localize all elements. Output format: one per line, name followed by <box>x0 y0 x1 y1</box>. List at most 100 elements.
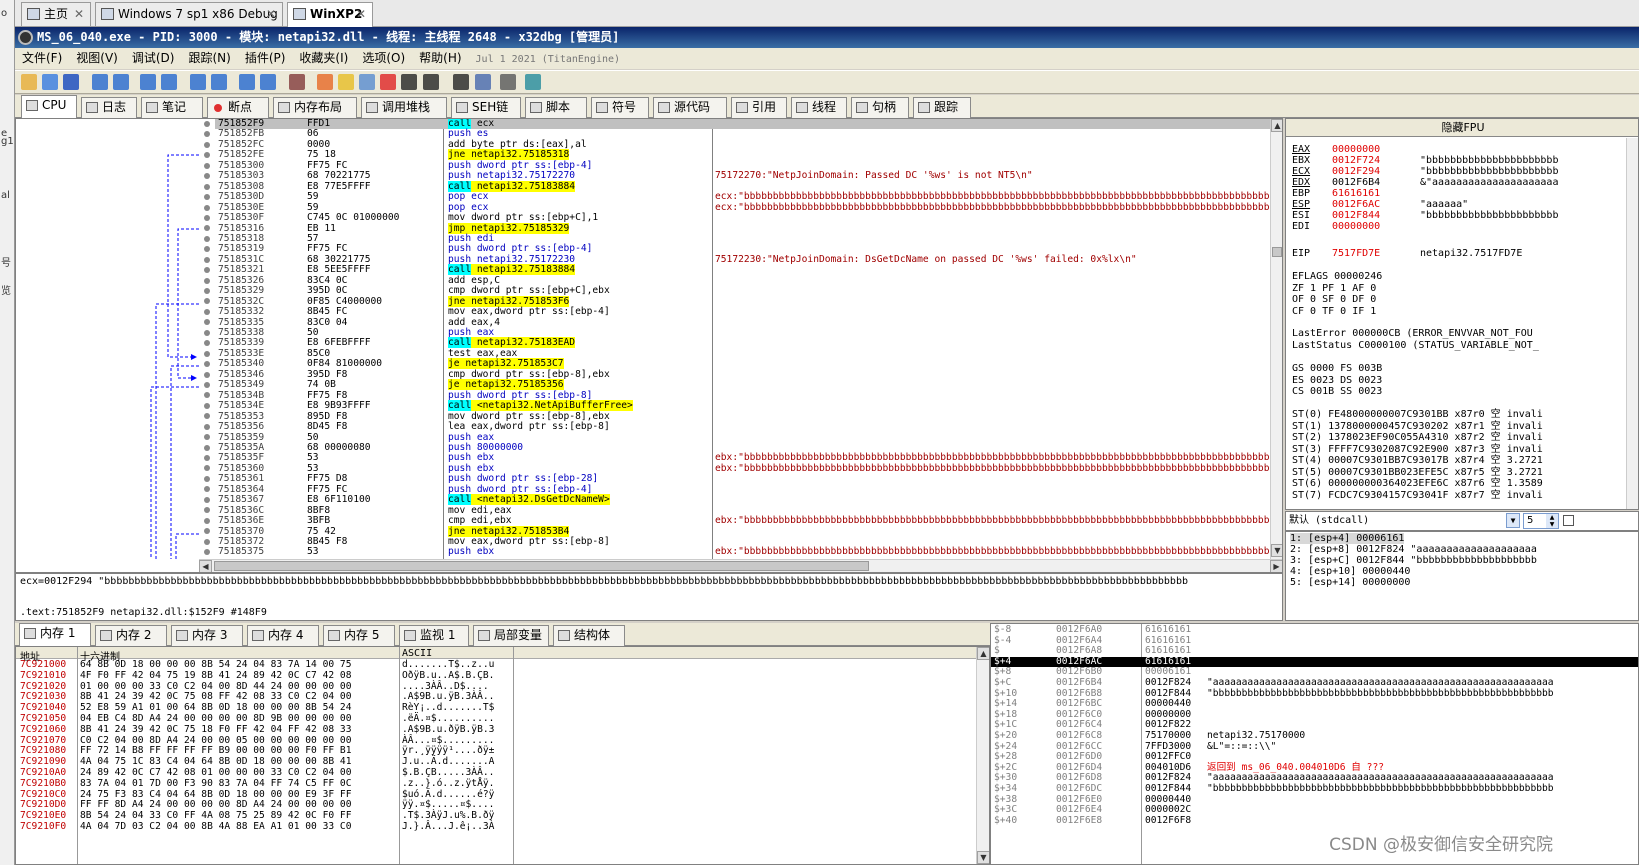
fpu-row[interactable]: ST(7) FCDC7C9304157C93041F x87r7 空 inval… <box>1292 490 1543 501</box>
breakpoint-dot[interactable] <box>199 338 215 348</box>
fpu-row[interactable]: ST(6) 000000000364023EFE6C x87r6 空 1.358… <box>1292 478 1543 489</box>
calling-convention-select[interactable]: 默认 (stdcall) ▼ <box>1286 512 1520 530</box>
registers-vscrollbar[interactable] <box>1626 138 1638 509</box>
fpu-row[interactable]: ST(1) 1378000000457C930202 x87r1 空 inval… <box>1292 421 1543 432</box>
breakpoint-dot[interactable] <box>199 317 215 327</box>
stack-arg-row[interactable]: 4: [esp+10] 00000440 <box>1290 566 1410 577</box>
fpu-row[interactable]: ST(5) 00007C9301BB023EFE5C x87r5 空 3.272… <box>1292 467 1543 478</box>
breakpoint-dot[interactable] <box>199 328 215 338</box>
restart-icon[interactable] <box>42 74 58 90</box>
register-row[interactable]: EDX 0012F6B4 &"aaaaaaaaaaaaaaaaaaaaa <box>1292 177 1558 188</box>
breakpoint-dot[interactable] <box>199 192 215 202</box>
disasm-row[interactable]: 7518530F C745 0C 01000000 mov dword ptr ss… <box>215 212 1270 223</box>
stack-pane[interactable]: $-8 0012F6A0 61616161 $-4 0012F6A4 61616161 $0… <box>990 623 1639 865</box>
breakpoint-dot[interactable] <box>199 203 215 213</box>
label-icon[interactable] <box>359 74 375 90</box>
tab-notes[interactable]: 笔记 <box>141 97 203 118</box>
disasm-row[interactable]: 75185339 E8 6FEBFFFF call netapi32.75183EA… <box>215 337 1270 349</box>
disasm-row[interactable]: 751852FE 75 18 jne netapi32.75185318 <box>215 149 1270 161</box>
tab-内存-2[interactable]: 内存 2 <box>95 625 167 646</box>
breakpoint-dot[interactable] <box>199 526 215 536</box>
chevron-down-icon[interactable]: ▼ <box>1506 513 1520 528</box>
breakpoint-gutter[interactable] <box>199 119 215 559</box>
disasm-row[interactable]: 75185359 50 push eax <box>215 432 1270 443</box>
stack-arg-row[interactable]: 5: [esp+14] 00000000 <box>1290 577 1410 588</box>
fpu-row[interactable]: ST(0) FE48000000007C9301BB x87r0 空 inval… <box>1292 409 1543 420</box>
disasm-row[interactable]: 75185364 FF75 FC push dword ptr ss:[ebp-4] <box>215 484 1270 495</box>
menu-item[interactable]: 帮助(H) <box>412 48 468 69</box>
tab-结构体[interactable]: 结构体 <box>553 625 625 646</box>
disassembly-vscrollbar[interactable]: ▲ ▼ <box>1270 119 1282 559</box>
stack-arg-row[interactable]: 1: [esp+4] 00006161 <box>1290 533 1405 544</box>
disasm-row[interactable]: 75185353 895D F8 mov dword ptr ss:[ebp-8],… <box>215 411 1270 422</box>
breakpoint-dot[interactable] <box>199 286 215 296</box>
breakpoint-icon[interactable] <box>380 74 396 90</box>
breakpoint-dot[interactable] <box>199 422 215 432</box>
breakpoint-dot[interactable] <box>199 453 215 463</box>
disassembly-listing[interactable]: 751852F9 FFD1 call ecx 751852FB 06 push es 751… <box>215 119 1275 559</box>
breakpoint-dot[interactable] <box>199 537 215 547</box>
tab-breakpoint[interactable]: 断点 <box>207 97 269 118</box>
run-icon[interactable] <box>92 74 108 90</box>
breakpoint-dot[interactable] <box>199 119 215 129</box>
disasm-row[interactable]: 75185303 68 70221775 push netapi32.7517227… <box>215 170 1270 181</box>
close-icon[interactable]: ✕ <box>74 3 84 25</box>
tab-内存-1[interactable]: 内存 1 <box>19 623 91 646</box>
arg-count-stepper[interactable]: 5 ▲ ▼ <box>1523 513 1559 529</box>
breakpoint-dot[interactable] <box>199 150 215 160</box>
register-row[interactable]: EAX 00000000 <box>1292 144 1380 155</box>
vm-tab[interactable]: WinXP2 ✕ <box>287 2 373 27</box>
step-over-icon[interactable] <box>161 74 177 90</box>
scroll-right-icon[interactable]: ▶ <box>1270 560 1282 572</box>
menu-item[interactable]: 视图(V) <box>69 48 125 69</box>
breakpoint-dot[interactable] <box>199 411 215 421</box>
fpu-row[interactable]: ST(4) 00007C9301BB7C93017B x87r4 空 3.272… <box>1292 455 1543 466</box>
stack-row[interactable]: $-8 0012F6A0 61616161 <box>991 624 1638 636</box>
tab-trace[interactable]: 跟踪 <box>913 97 971 118</box>
disasm-row[interactable]: 751852FC 0000 add byte ptr ds:[eax],al <box>215 139 1270 150</box>
flags-row[interactable]: OF 0 SF 0 DF 0 <box>1292 294 1376 305</box>
disasm-row[interactable]: 75185375 53 push ebx ebx:"bbbbbbbbbbbbbbbbb… <box>215 546 1275 557</box>
breakpoint-dot[interactable] <box>199 307 215 317</box>
menu-item[interactable]: 文件(F) <box>15 48 69 69</box>
breakpoint-dot[interactable] <box>199 213 215 223</box>
breakpoint-dot[interactable] <box>199 547 215 557</box>
register-row[interactable]: EDI 00000000 <box>1292 221 1380 232</box>
breakpoint-dot[interactable] <box>199 390 215 400</box>
tab-symbol[interactable]: 符号 <box>591 97 649 118</box>
disassembly-pane[interactable]: 751852F9 FFD1 call ecx 751852FB 06 push es 751… <box>15 118 1283 573</box>
hash-icon[interactable] <box>423 74 439 90</box>
breakpoint-dot[interactable] <box>199 484 215 494</box>
menu-item[interactable]: 跟踪(N) <box>181 48 237 69</box>
disasm-row[interactable]: 75185346 395D F8 cmp dword ptr ss:[ebp-8],… <box>215 369 1270 380</box>
open-icon[interactable] <box>21 74 37 90</box>
disasm-row[interactable]: 75185316 EB 11 jmp netapi32.75185329 <box>215 222 1270 234</box>
breakpoint-dot[interactable] <box>199 495 215 505</box>
execute-till-return-icon[interactable] <box>239 74 255 90</box>
tab-search[interactable]: 引用 <box>731 97 787 118</box>
tab-局部变量[interactable]: 局部变量 <box>473 625 549 646</box>
disasm-row[interactable]: 75185367 E8 6F110100 call <netapi32.DsGetD… <box>215 494 1270 506</box>
breakpoint-dot[interactable] <box>199 234 215 244</box>
bookmark-icon[interactable] <box>289 74 305 90</box>
register-row[interactable]: ECX 0012F294 "bbbbbbbbbbbbbbbbbbbbbb <box>1292 166 1558 177</box>
register-row[interactable]: EBP 61616161 <box>1292 188 1380 199</box>
comment-icon[interactable] <box>338 74 354 90</box>
flags-row[interactable]: CF 0 TF 0 IF 1 <box>1292 306 1376 317</box>
breakpoint-dot[interactable] <box>199 296 215 306</box>
breakpoint-dot[interactable] <box>199 443 215 453</box>
trace-over-icon[interactable] <box>211 74 227 90</box>
scroll-thumb[interactable] <box>1272 247 1282 257</box>
disasm-row[interactable]: 75185360 53 push ebx ebx:"bbbbbbbbbbbbbbbbb… <box>215 463 1275 474</box>
calculator-icon[interactable] <box>500 74 516 90</box>
breakpoint-dot[interactable] <box>199 463 215 473</box>
plugin-icon[interactable] <box>525 74 541 90</box>
run-to-user-code-icon[interactable] <box>260 74 276 90</box>
tab-内存-5[interactable]: 内存 5 <box>323 625 395 646</box>
tab-thread[interactable]: 线程 <box>791 97 847 118</box>
breakpoint-dot[interactable] <box>199 516 215 526</box>
register-row[interactable]: EBX 0012F724 "bbbbbbbbbbbbbbbbbbbbbb <box>1292 155 1558 166</box>
disasm-row[interactable]: 7518531C 68 30221775 push netapi32.7517223… <box>215 254 1270 265</box>
tab-内存-3[interactable]: 内存 3 <box>171 625 243 646</box>
breakpoint-dot[interactable] <box>199 380 215 390</box>
